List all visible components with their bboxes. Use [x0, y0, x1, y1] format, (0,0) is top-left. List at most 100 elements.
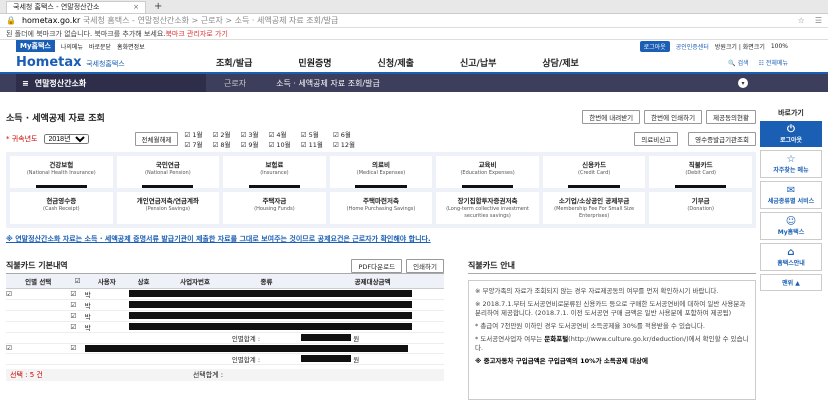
user-icon: ☺	[785, 216, 797, 227]
search-button[interactable]: 🔍 검색	[728, 58, 748, 67]
pdf-download-button[interactable]: PDF다운로드	[351, 258, 403, 273]
debit-guide-panel: 직불카드 안내 ※ 부양가족의 자료가 조회되지 않는 경우 자료제공동의 여부…	[468, 258, 756, 400]
card-pension[interactable]: 국민연금 (National Pension)	[116, 156, 220, 188]
star-icon[interactable]: ☆	[798, 16, 805, 25]
url-text[interactable]: hometax.go.kr 국세청 홈택스 - 연말정산간소화 > 근로자 > …	[22, 15, 792, 26]
mail-icon: ✉	[786, 185, 796, 196]
screen-size-label: 방원크기 | 화면크기	[714, 43, 765, 51]
card-health[interactable]: 건강보험 (National Health Insurance)	[10, 156, 113, 188]
subtotal-row: 인별합계 : 원	[6, 353, 444, 365]
quick-menu: 바로가기 ⏻ 로그아웃 ☆ 자주찾는 메뉴 ✉ 세금종류별 서비스 ☺ My홈택스 ⌂ 홈…	[760, 108, 822, 291]
consent-status-button[interactable]: 제공동의현황	[706, 110, 756, 124]
card-housing[interactable]: 주택자금 (Housing Funds)	[223, 192, 326, 224]
table-row[interactable]: ☑ 박	[6, 310, 444, 322]
main-content: 소득 · 세액공제 자료 조회 한번에 내려받기 한번에 인쇄하기 제공동의현황…	[6, 110, 756, 244]
nav-item-apply[interactable]: 신청/제출	[378, 56, 414, 69]
print-all-button[interactable]: 한번에 인쇄하기	[644, 110, 703, 124]
card-long-term[interactable]: 장기집합투자증권저축 (Long-term collective investme…	[436, 192, 539, 224]
quick-my-hometax[interactable]: ☺ My홈택스	[760, 212, 822, 240]
info-link[interactable]: 홈화면정보	[117, 42, 145, 51]
all-menu-button[interactable]: ☷ 전체메뉴	[759, 58, 788, 67]
bookmark-manager-link[interactable]: 북마크 관리자로 가기	[165, 29, 227, 39]
col-type: 종류	[231, 274, 302, 289]
month-all-button[interactable]: 전체월해제	[134, 132, 179, 146]
nav-item-consult[interactable]: 상담/제보	[542, 56, 578, 69]
chevron-down-icon[interactable]: ▾	[738, 78, 748, 88]
bookmark-message: 된 폴더에 북마크가 없습니다. 북마크를 추가해 보세요.	[6, 29, 166, 38]
cert-center-link[interactable]: 공인인증센터	[676, 42, 709, 51]
home-icon: ⌂	[787, 247, 795, 258]
download-all-button[interactable]: 한번에 내려받기	[582, 110, 641, 124]
quick-logout[interactable]: ⏻ 로그아웃	[760, 121, 822, 147]
tab-title: 국세청 홈택스 - 연말정산간소	[13, 3, 100, 11]
table-row[interactable]: ☑ ☑	[6, 343, 444, 354]
debit-detail-panel: 직불카드 기본내역 PDF다운로드 인쇄하기 인별 선택 ☑ 사용자 상호 사업자번호 종…	[6, 258, 444, 381]
quick-tax-services[interactable]: ✉ 세금종류별 서비스	[760, 181, 822, 209]
page-title: 소득 · 세액공제 자료 조회	[6, 113, 105, 124]
quick-guide[interactable]: ⌂ 홈택스안내	[760, 243, 822, 271]
deduction-cards: 건강보험 (National Health Insurance) 국민연금 (Nat…	[6, 152, 756, 228]
medical-report-button[interactable]: 의료비신고	[634, 132, 679, 146]
year-select[interactable]: 2018년	[43, 134, 89, 144]
year-label: * 귀속년도	[6, 135, 38, 143]
hometax-logo[interactable]: Hometax 국세청홈택스	[16, 55, 176, 70]
menu-dropdown[interactable]: ≡ 연말정산간소화	[16, 74, 206, 92]
table-row[interactable]: ☑ ☑ 박	[6, 288, 444, 300]
zoom-level[interactable]: 100%	[771, 43, 788, 50]
debit-table: 인별 선택 ☑ 사용자 상호 사업자번호 종류 공제대상금액 ☑ ☑ 박 ☑ 박 ☑ 박 ☑ 박 인별…	[6, 274, 444, 365]
card-donation[interactable]: 기부금 (Donation)	[649, 192, 752, 224]
guide-text: ※ 부양가족의 자료가 조회되지 않는 경우 자료제공동의 여부를 먼저 확인하…	[468, 280, 756, 400]
my-hometax-button[interactable]: My홈택스	[16, 40, 55, 52]
col-user: 사용자	[84, 274, 129, 289]
nav-item-certificate[interactable]: 민원증명	[298, 56, 331, 69]
bookmark-bar: 된 폴더에 북마크가 없습니다. 북마크를 추가해 보세요. 북마크 관리자로 가…	[0, 28, 828, 40]
star-icon: ☆	[786, 154, 796, 165]
print-button[interactable]: 인쇄하기	[406, 258, 444, 273]
col-check: ☑	[70, 274, 85, 289]
nav-item-report[interactable]: 신고/납부	[460, 56, 496, 69]
card-home-savings[interactable]: 주택마련저축 (Home Purchasing Savings)	[329, 192, 433, 224]
card-cash[interactable]: 현금영수증 (Cash Receipt)	[10, 192, 113, 224]
card-debit[interactable]: 직불카드 (Debit Card)	[649, 156, 752, 188]
card-education[interactable]: 교육비 (Education Expenses)	[436, 156, 539, 188]
breadcrumb: ≡ 연말정산간소화 근로자 소득 · 세액공제 자료 조회/발급 ▾	[0, 74, 828, 92]
col-bizno: 사업자번호	[158, 274, 232, 289]
col-select: 인별 선택	[6, 274, 71, 289]
selection-summary: 선택 : 5 건 선택합계 :	[6, 368, 444, 381]
browser-tab[interactable]: 국세청 홈택스 - 연말정산간소 ×	[6, 0, 146, 13]
browser-tabbar: 국세청 홈택스 - 연말정산간소 × +	[0, 0, 828, 14]
card-medical[interactable]: 의료비 (Medical Expenses)	[329, 156, 433, 188]
month-checkboxes[interactable]: ☑ 1월 ☑ 2월 ☑ 3월 ☑ 4월 ☑ 5월 ☑ 6월 ☑ 7월 ☑ 8월 ☑ 9월 ☑ 1…	[184, 129, 355, 149]
card-insurance[interactable]: 보험료 (Insurance)	[223, 156, 326, 188]
quick-title: 바로가기	[778, 109, 804, 117]
debit-panel-title: 직불카드 기본내역	[6, 261, 68, 270]
card-credit[interactable]: 신용카드 (Credit Card)	[542, 156, 646, 188]
notice-link[interactable]: ※ 연말정산간소화 자료는 소득 · 세액공제 증명서류 발급기관이 제출한 자…	[6, 234, 756, 244]
table-row[interactable]: ☑ 박	[6, 321, 444, 333]
guide-link[interactable]: 바로문닫	[89, 42, 111, 51]
breadcrumb-employee[interactable]: 근로자	[212, 78, 258, 89]
card-small-business[interactable]: 소기업/소상공인 공제부금 (Membership Fee For Small S…	[542, 192, 646, 224]
col-amount: 공제대상금액	[301, 274, 444, 289]
lock-icon: 🔒	[6, 16, 16, 25]
col-name: 상호	[128, 274, 159, 289]
filter-row: * 귀속년도 2018년 전체월해제 ☑ 1월 ☑ 2월 ☑ 3월 ☑ 4월 ☑ 5월 ☑…	[6, 128, 756, 150]
card-pension-savings[interactable]: 개인연금저축/연금계좌 (Pension Savings)	[116, 192, 220, 224]
close-icon[interactable]: ×	[133, 3, 139, 11]
quick-favorites[interactable]: ☆ 자주찾는 메뉴	[760, 150, 822, 178]
my-menu-link[interactable]: 나의메뉴	[61, 42, 83, 51]
new-tab-button[interactable]: +	[154, 1, 162, 12]
receipt-agency-button[interactable]: 영수증발급기관조회	[688, 132, 756, 146]
guide-title: 직불카드 안내	[468, 261, 515, 270]
hamburger-icon: ≡	[22, 78, 29, 88]
address-bar[interactable]: 🔒 hometax.go.kr 국세청 홈택스 - 연말정산간소화 > 근로자 …	[0, 14, 828, 28]
logout-icon: ⏻	[787, 124, 795, 135]
logout-button[interactable]: 로그아웃	[639, 40, 670, 52]
menu-icon[interactable]: ☰	[815, 16, 822, 25]
nav-item-inquiry[interactable]: 조회/발급	[216, 56, 252, 69]
breadcrumb-current[interactable]: 소득 · 세액공제 자료 조회/발급	[264, 78, 392, 89]
table-row[interactable]: ☑ 박	[6, 299, 444, 311]
main-nav: Hometax 국세청홈택스 조회/발급 민원증명 신청/제출 신고/납부 상담…	[0, 52, 828, 74]
top-utility-bar: My홈택스 나의메뉴 바로문닫 홈화면정보 로그아웃 공인인증센터 방원크기 |…	[0, 40, 828, 52]
quick-top[interactable]: 맨위 ▲	[760, 274, 822, 291]
